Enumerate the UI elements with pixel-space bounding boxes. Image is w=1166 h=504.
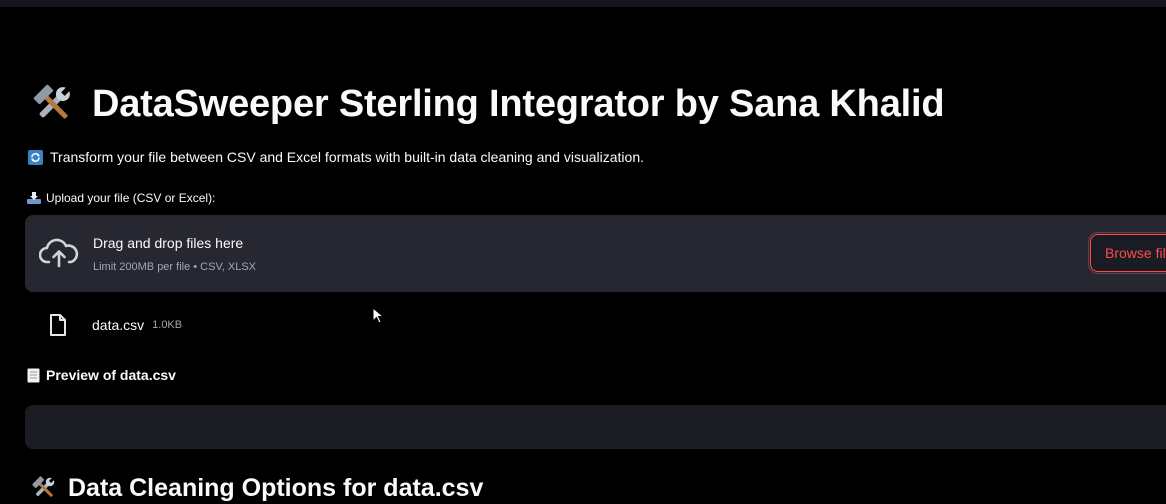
browse-files-button[interactable]: Browse files: [1088, 232, 1166, 274]
main-content: DataSweeper Sterling Integrator by Sana …: [0, 0, 1166, 502]
data-preview-table[interactable]: [25, 405, 1166, 449]
cleaning-section-heading: Data Cleaning Options for data.csv: [30, 472, 483, 504]
uploaded-file-item: data.csv 1.0KB: [48, 312, 182, 338]
file-dropzone[interactable]: Drag and drop files here Limit 200MB per…: [25, 215, 1166, 292]
uploaded-file-name: data.csv: [92, 317, 145, 333]
page-title: DataSweeper Sterling Integrator by Sana …: [30, 78, 945, 130]
app-title: DataSweeper Sterling Integrator by Sana …: [92, 82, 945, 125]
upload-label: Upload your file (CSV or Excel):: [27, 191, 215, 205]
preview-label-text: Preview of data.csv: [46, 367, 176, 383]
file-icon: [50, 314, 66, 336]
hammer-and-wrench-icon: [33, 84, 71, 119]
upload-label-text: Upload your file (CSV or Excel):: [46, 191, 216, 205]
dropzone-instructions: Drag and drop files here: [93, 235, 244, 251]
cleaning-heading-text: Data Cleaning Options for data.csv: [68, 473, 484, 502]
refresh-icon: [28, 149, 43, 165]
app-description: Transform your file between CSV and Exce…: [28, 149, 644, 165]
inbox-tray-icon: [27, 192, 41, 204]
dropzone-limit: Limit 200MB per file • CSV, XLSX: [93, 261, 257, 273]
cloud-upload-icon: [39, 238, 79, 268]
mouse-cursor-icon: [372, 307, 384, 324]
uploaded-file-size: 1.0KB: [152, 319, 183, 331]
hammer-and-wrench-icon: [32, 476, 55, 497]
preview-label: Preview of data.csv: [27, 367, 176, 383]
description-text: Transform your file between CSV and Exce…: [50, 149, 644, 165]
page-icon: [27, 368, 40, 382]
